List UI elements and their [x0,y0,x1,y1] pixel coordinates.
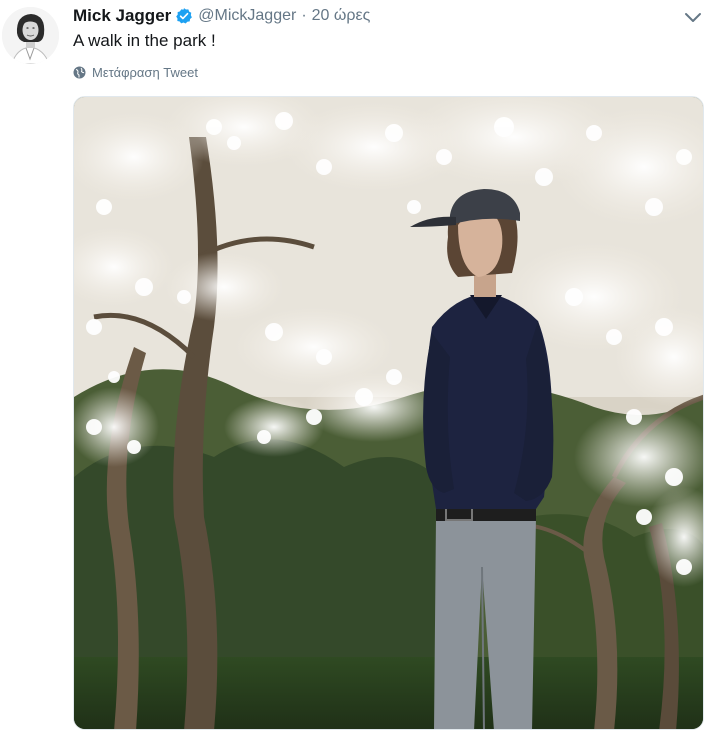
avatar-portrait-icon [2,7,59,64]
author-handle[interactable]: @MickJagger [198,7,296,25]
tweet-photo[interactable] [73,96,704,730]
tweet: Mick Jagger @MickJagger · 20 ώρες A walk… [0,0,704,737]
translate-tweet-link[interactable]: Μετάφραση Tweet [73,65,198,80]
avatar[interactable] [2,7,59,64]
translate-label: Μετάφραση Tweet [92,65,198,80]
chevron-down-icon[interactable] [684,11,702,25]
verified-badge-icon [175,7,193,25]
globe-icon [73,66,86,79]
tweet-header: Mick Jagger @MickJagger · 20 ώρες [73,4,370,28]
separator-dot: · [301,7,307,24]
photo-man-under-blossoming-magnolia-icon [74,97,703,729]
author-name[interactable]: Mick Jagger [73,6,171,26]
tweet-timestamp[interactable]: 20 ώρες [312,7,371,25]
tweet-text: A walk in the park ! [73,31,216,50]
